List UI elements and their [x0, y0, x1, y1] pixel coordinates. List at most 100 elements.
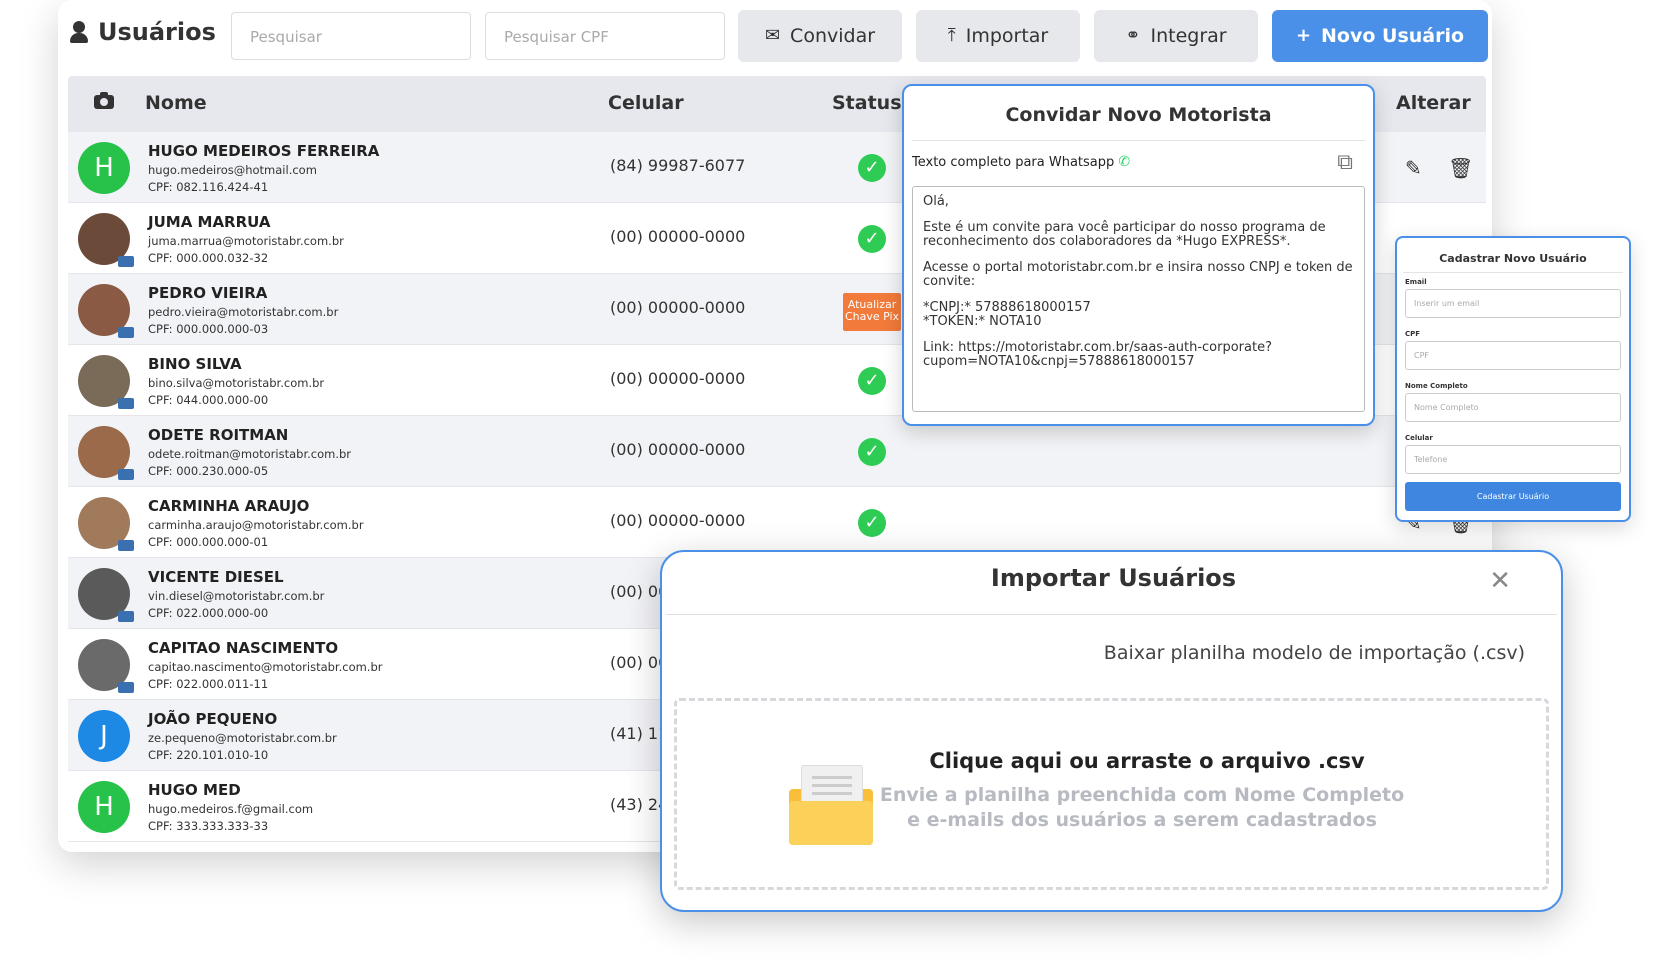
toolbar: Usuários Pesquisar Pesquisar CPF ✉ Convi… [58, 0, 1492, 72]
user-cpf: CPF: 000.000.000-01 [148, 535, 269, 549]
envelope-icon: ✉ [764, 25, 781, 46]
invite-driver-popup: Convidar Novo Motorista Texto completo p… [902, 84, 1375, 426]
register-user-button[interactable]: Cadastrar Usuário [1405, 482, 1621, 511]
user-cpf: CPF: 000.000.000-03 [148, 322, 269, 336]
search-input[interactable]: Pesquisar [231, 12, 471, 60]
trash-icon[interactable]: 🗑 [1448, 156, 1473, 180]
user-icon [70, 21, 88, 43]
status-check-icon: ✓ [858, 509, 886, 537]
user-name: CARMINHA ARAUJO [148, 497, 310, 515]
user-name: BINO SILVA [148, 355, 242, 373]
avatar [78, 497, 134, 551]
invite-line-greeting: Olá, [923, 194, 949, 209]
user-email: vin.diesel@motoristabr.com.br [148, 589, 325, 603]
import-users-popup: Importar Usuários ✕ Baixar planilha mode… [660, 550, 1563, 912]
page-title-wrap: Usuários [70, 18, 216, 46]
update-pix-button[interactable]: Atualizar Chave Pix [843, 293, 901, 331]
user-name: PEDRO VIEIRA [148, 284, 268, 302]
user-cpf: CPF: 333.333.333-33 [148, 819, 269, 833]
invite-line-instructions: Acesse o portal motoristabr.com.br e ins… [923, 260, 1353, 289]
user-phone: (00) 00000-0000 [610, 369, 746, 388]
integrate-button-label: Integrar [1150, 25, 1227, 47]
whatsapp-icon: ✆ [1118, 154, 1131, 170]
table-row[interactable]: CARMINHA ARAUJO carminha.araujo@motorist… [68, 487, 1486, 558]
page-title: Usuários [98, 18, 216, 46]
user-email: bino.silva@motoristabr.com.br [148, 376, 325, 390]
plus-icon: + [1295, 25, 1312, 46]
import-button-label: Importar [965, 25, 1049, 47]
csv-dropzone[interactable]: Clique aqui ou arraste o arquivo .csv En… [674, 698, 1549, 890]
user-phone: (00) 00000-0000 [610, 440, 746, 459]
col-header-celular[interactable]: Celular [608, 92, 684, 114]
truck-icon [118, 540, 134, 551]
invite-message-textarea[interactable]: Olá, Este é um convite para você partici… [912, 186, 1365, 412]
copy-icon[interactable]: ⧉ [1337, 150, 1353, 175]
user-email: carminha.araujo@motoristabr.com.br [148, 518, 364, 532]
user-email: ze.pequeno@motoristabr.com.br [148, 731, 337, 745]
invite-button[interactable]: ✉ Convidar [738, 10, 902, 62]
update-pix-label-2: Chave Pix [844, 310, 900, 323]
truck-icon [118, 256, 134, 267]
invite-cnpj: *CNPJ:* 57888618000157 [923, 300, 1091, 315]
dropzone-title: Clique aqui ou arraste o arquivo .csv [929, 749, 1365, 773]
user-cpf: CPF: 044.000.000-00 [148, 393, 269, 407]
divider [1403, 272, 1623, 273]
invite-token: *TOKEN:* NOTA10 [923, 314, 1042, 329]
full-name-field[interactable]: Nome Completo [1405, 393, 1621, 422]
user-name: ODETE ROITMAN [148, 426, 289, 444]
divider [666, 614, 1557, 615]
avatar: H [78, 781, 130, 833]
cpf-field[interactable]: CPF [1405, 341, 1621, 370]
truck-icon [118, 327, 134, 338]
whatsapp-label-text: Texto completo para Whatsapp [912, 155, 1115, 170]
user-email: hugo.medeiros@hotmail.com [148, 163, 317, 177]
invite-popup-title: Convidar Novo Motorista [1005, 104, 1272, 126]
truck-icon [118, 469, 134, 480]
invite-button-label: Convidar [790, 25, 876, 47]
avatar [78, 284, 134, 338]
user-phone: (00) 00000-0000 [610, 298, 746, 317]
table-row[interactable]: ODETE ROITMAN odete.roitman@motoristabr.… [68, 416, 1486, 487]
user-phone: (00) 00000-0000 [610, 511, 746, 530]
import-popup-title: Importar Usuários [990, 564, 1237, 592]
divider [912, 140, 1365, 141]
avatar [78, 426, 134, 480]
user-cpf: CPF: 000.000.032-32 [148, 251, 269, 265]
avatar: J [78, 710, 130, 762]
user-email: odete.roitman@motoristabr.com.br [148, 447, 352, 461]
import-button[interactable]: ⤒ Importar [916, 10, 1080, 62]
whatsapp-text-label: Texto completo para Whatsapp ✆ [912, 154, 1130, 170]
new-user-button-label: Novo Usuário [1321, 25, 1465, 47]
register-popup-title: Cadastrar Novo Usuário [1439, 252, 1587, 265]
integrate-button[interactable]: ⚭ Integrar [1094, 10, 1258, 62]
cpf-label: CPF [1405, 330, 1421, 338]
close-icon[interactable]: ✕ [1489, 566, 1511, 596]
user-name: HUGO MEDEIROS FERREIRA [148, 142, 380, 160]
col-header-status[interactable]: Status [832, 92, 902, 114]
avatar [78, 355, 134, 409]
user-email: juma.marrua@motoristabr.com.br [148, 234, 344, 248]
truck-icon [118, 682, 134, 693]
new-user-button[interactable]: + Novo Usuário [1272, 10, 1488, 62]
dropzone-subtitle: Envie a planilha preenchida com Nome Com… [879, 784, 1405, 831]
status-check-icon: ✓ [858, 154, 886, 182]
invite-line-intro: Este é um convite para você participar d… [923, 220, 1326, 249]
user-name: VICENTE DIESEL [148, 568, 284, 586]
user-email: hugo.medeiros.f@gmail.com [148, 802, 314, 816]
link-icon: ⚭ [1125, 25, 1141, 46]
download-template-link[interactable]: Baixar planilha modelo de importação (.c… [1104, 642, 1525, 664]
search-cpf-input[interactable]: Pesquisar CPF [485, 12, 725, 60]
phone-field[interactable]: Telefone [1405, 445, 1621, 474]
user-cpf: CPF: 022.000.011-11 [148, 677, 269, 691]
user-cpf: CPF: 000.230.000-05 [148, 464, 269, 478]
status-check-icon: ✓ [858, 367, 886, 395]
email-field[interactable]: Inserir um email [1405, 289, 1621, 318]
pencil-icon[interactable]: ✎ [1405, 156, 1422, 180]
col-header-nome[interactable]: Nome [145, 92, 207, 114]
avatar [78, 568, 134, 622]
user-name: HUGO MED [148, 781, 241, 799]
truck-icon [118, 398, 134, 409]
avatar [78, 639, 134, 693]
upload-icon: ⤒ [947, 25, 956, 46]
email-label: Email [1405, 278, 1427, 286]
